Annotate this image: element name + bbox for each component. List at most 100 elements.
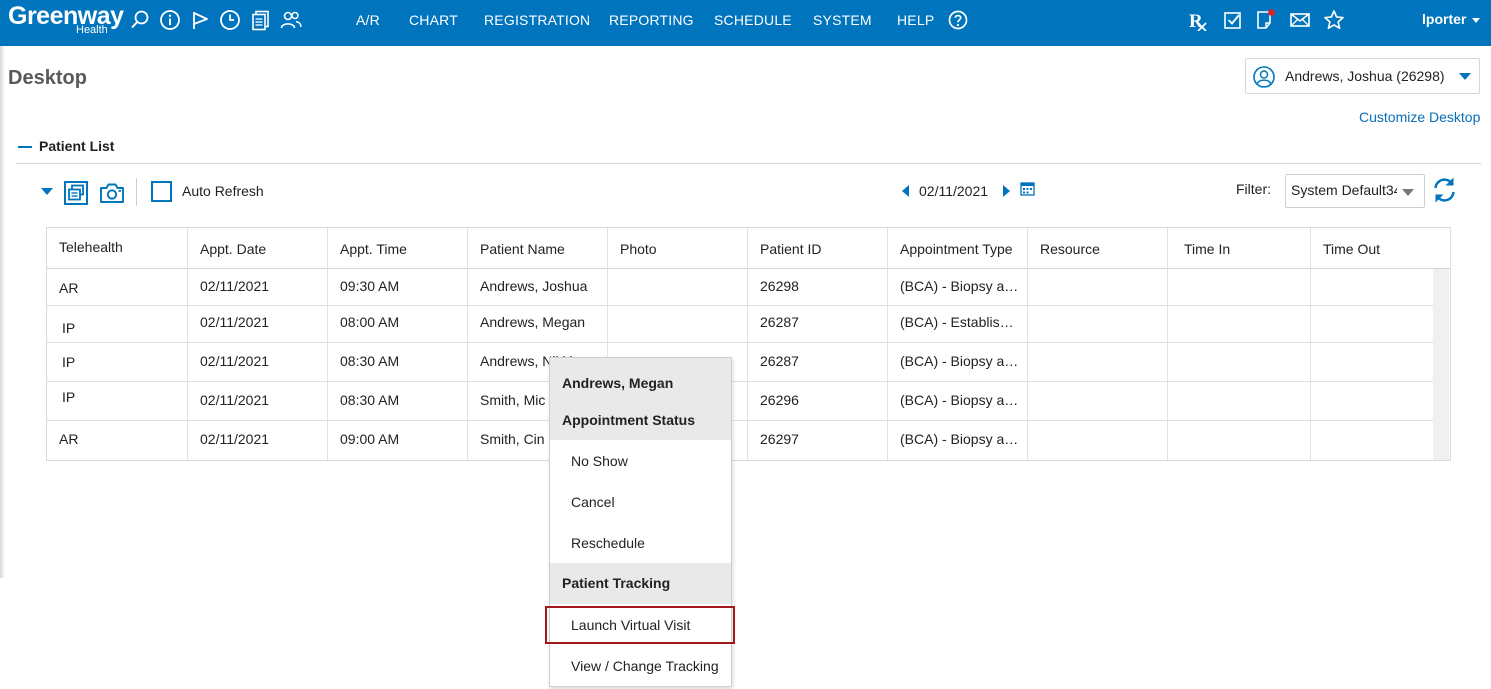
column-header-appt-date[interactable]: Appt. Date xyxy=(200,241,266,257)
caret-down-icon[interactable] xyxy=(41,188,53,195)
greenway-health-logo[interactable]: Greenway Health xyxy=(8,1,124,41)
username: lporter xyxy=(1422,11,1467,27)
info-icon[interactable] xyxy=(159,9,181,31)
column-header-appt-time[interactable]: Appt. Time xyxy=(340,241,407,257)
appt-date-cell[interactable]: 02/11/2021 xyxy=(200,278,269,294)
question-circle-icon[interactable] xyxy=(947,9,969,31)
appointment-type-cell[interactable]: (BCA) - Biopsy a… xyxy=(900,278,1024,294)
appointment-type-cell[interactable]: (BCA) - Biopsy a… xyxy=(900,353,1024,369)
patient-id-cell[interactable]: 26296 xyxy=(760,392,799,408)
appt-time-cell[interactable]: 09:00 AM xyxy=(340,431,399,447)
user-menu[interactable]: lporter xyxy=(1422,11,1481,27)
documents-icon[interactable] xyxy=(250,9,272,31)
checkbox-task-icon[interactable] xyxy=(1222,9,1244,31)
column-header-photo[interactable]: Photo xyxy=(620,241,657,257)
appointment-type-cell[interactable]: (BCA) - Biopsy a… xyxy=(900,392,1024,408)
nav-ar[interactable]: A/R xyxy=(356,12,380,28)
menu-item-view-change-tracking[interactable]: View / Change Tracking xyxy=(571,658,719,674)
patient-id-cell[interactable]: 26297 xyxy=(760,431,799,447)
column-header-appointment-type[interactable]: Appointment Type xyxy=(900,241,1013,257)
patient-list-header[interactable]: Patient List xyxy=(18,138,114,154)
patient-name-cell[interactable]: Andrews, Joshua xyxy=(480,278,605,294)
patient-id-cell[interactable]: 26287 xyxy=(760,314,799,330)
rx-icon[interactable]: R xyxy=(1187,9,1209,31)
chevron-down-icon[interactable] xyxy=(1459,73,1471,80)
nav-chart[interactable]: CHART xyxy=(409,12,458,28)
row-divider xyxy=(47,342,1433,343)
auto-refresh-checkbox[interactable] xyxy=(151,181,172,202)
row-divider xyxy=(47,305,1433,306)
column-header-time-out[interactable]: Time Out xyxy=(1323,241,1380,257)
column-header-telehealth[interactable]: Telehealth xyxy=(59,239,123,255)
calendar-icon[interactable] xyxy=(1020,181,1035,196)
flag-icon[interactable] xyxy=(190,9,212,31)
section-divider xyxy=(16,163,1481,164)
patient-tracking-heading-bg: Patient Tracking xyxy=(550,563,731,604)
appointment-status-heading: Appointment Status xyxy=(562,412,695,428)
collapse-icon[interactable] xyxy=(18,146,32,149)
print-list-icon[interactable] xyxy=(63,180,89,206)
column-header-patient-id[interactable]: Patient ID xyxy=(760,241,821,257)
telehealth-cell[interactable]: IP xyxy=(62,354,75,370)
telehealth-cell[interactable]: IP xyxy=(62,389,75,405)
previous-date-icon[interactable] xyxy=(902,185,909,197)
telehealth-cell[interactable]: IP xyxy=(62,320,75,336)
appt-time-cell[interactable]: 09:30 AM xyxy=(340,278,399,294)
column-divider xyxy=(1027,228,1028,460)
patient-id-cell[interactable]: 26287 xyxy=(760,353,799,369)
patient-id-cell[interactable]: 26298 xyxy=(760,278,799,294)
search-icon[interactable] xyxy=(129,9,151,31)
vertical-scrollbar[interactable] xyxy=(1433,269,1449,460)
left-edge-shade xyxy=(0,46,5,578)
telehealth-cell[interactable]: AR xyxy=(59,280,78,296)
context-menu-header: Andrews, Megan Appointment Status xyxy=(550,358,731,440)
camera-icon[interactable] xyxy=(99,180,125,206)
telehealth-cell[interactable]: AR xyxy=(59,431,78,447)
refresh-icon[interactable] xyxy=(1431,176,1458,204)
note-alert-icon[interactable] xyxy=(1255,9,1277,31)
launch-virtual-visit-highlight xyxy=(545,606,735,644)
nav-schedule[interactable]: SCHEDULE xyxy=(714,12,792,28)
mail-icon[interactable] xyxy=(1289,9,1311,31)
column-header-resource[interactable]: Resource xyxy=(1040,241,1100,257)
appointment-type-cell[interactable]: (BCA) - Biopsy a… xyxy=(900,431,1024,447)
nav-reporting[interactable]: REPORTING xyxy=(609,12,694,28)
chevron-down-icon xyxy=(1402,189,1414,196)
next-date-icon[interactable] xyxy=(1003,185,1010,197)
appt-time-cell[interactable]: 08:30 AM xyxy=(340,353,399,369)
column-divider xyxy=(467,228,468,460)
patient-selector[interactable]: Andrews, Joshua (26298) xyxy=(1245,58,1480,94)
patient-list-table: Telehealth Appt. Date Appt. Time Patient… xyxy=(46,227,1451,461)
appointment-type-cell[interactable]: (BCA) - Establis… xyxy=(900,314,1024,330)
filter-label: Filter: xyxy=(1236,181,1271,197)
appt-date-cell[interactable]: 02/11/2021 xyxy=(200,314,269,330)
current-date: 02/11/2021 xyxy=(919,183,989,199)
column-header-patient-name[interactable]: Patient Name xyxy=(480,241,565,257)
menu-item-reschedule[interactable]: Reschedule xyxy=(571,535,645,551)
nav-help[interactable]: HELP xyxy=(897,12,934,28)
appt-time-cell[interactable]: 08:30 AM xyxy=(340,392,399,408)
appt-date-cell[interactable]: 02/11/2021 xyxy=(200,392,269,408)
appt-date-cell[interactable]: 02/11/2021 xyxy=(200,353,269,369)
appt-time-cell[interactable]: 08:00 AM xyxy=(340,314,399,330)
header-divider xyxy=(47,268,1450,269)
context-menu-patient-name: Andrews, Megan xyxy=(562,375,674,391)
menu-item-cancel[interactable]: Cancel xyxy=(571,494,615,510)
user-circle-icon xyxy=(1253,66,1275,88)
nav-system[interactable]: SYSTEM xyxy=(813,12,872,28)
logo-sub-text: Health xyxy=(76,24,108,36)
appt-date-cell[interactable]: 02/11/2021 xyxy=(200,431,269,447)
patient-name-cell[interactable]: Andrews, Megan xyxy=(480,314,605,330)
patient-tracking-heading: Patient Tracking xyxy=(562,575,671,591)
column-divider xyxy=(187,228,188,460)
customize-desktop-link[interactable]: Customize Desktop xyxy=(1359,109,1480,125)
menu-item-no-show[interactable]: No Show xyxy=(571,453,628,469)
column-header-time-in[interactable]: Time In xyxy=(1184,241,1230,257)
star-icon[interactable] xyxy=(1323,9,1345,31)
filter-select[interactable]: System Default34 xyxy=(1285,174,1425,208)
page-title: Desktop xyxy=(8,67,87,89)
column-divider xyxy=(747,228,748,460)
nav-registration[interactable]: REGISTRATION xyxy=(484,12,590,28)
clock-icon[interactable] xyxy=(219,9,241,31)
users-icon[interactable] xyxy=(280,9,302,31)
